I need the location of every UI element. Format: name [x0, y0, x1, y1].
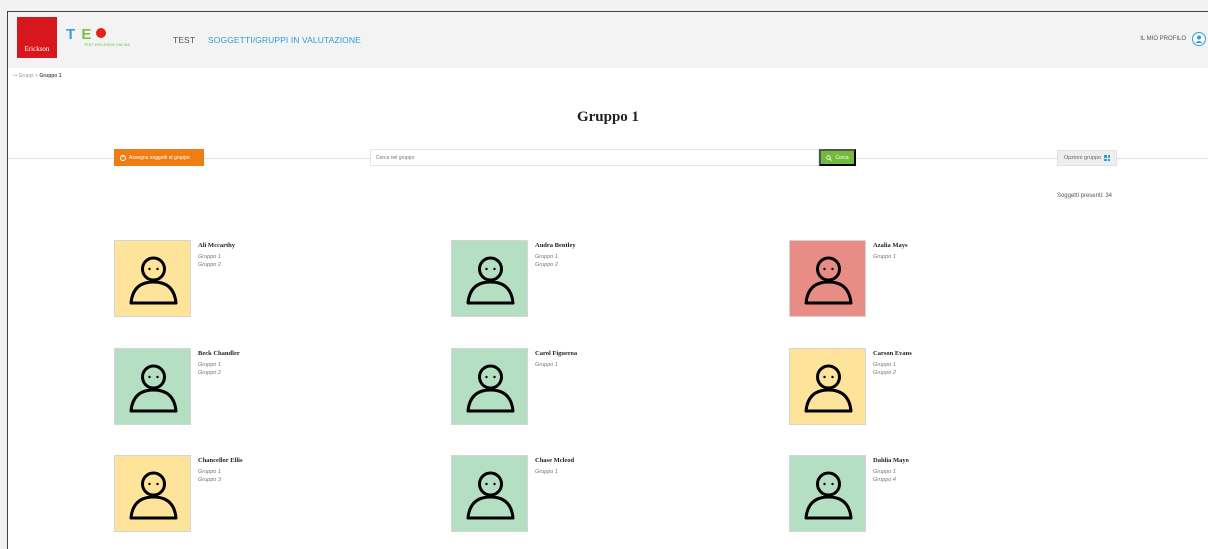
subject-card[interactable]: Audra Bentley Gruppo 1 Gruppo 2 — [451, 240, 751, 320]
person-icon — [804, 256, 853, 305]
page-title: Gruppo 1 — [576, 109, 640, 125]
subject-group: Gruppo 1 — [198, 469, 221, 475]
subject-name[interactable]: Chase Mcleod — [535, 457, 574, 464]
teo-logo[interactable]: T E TEST ERICKSON ONLINE — [66, 26, 146, 50]
subject-group: Gruppo 1 — [198, 362, 221, 368]
group-options-button[interactable]: Opzioni gruppo — [1057, 150, 1117, 166]
user-icon[interactable] — [1192, 32, 1206, 46]
plus-icon: + — [120, 154, 126, 161]
breadcrumb-separator: > — [35, 73, 38, 79]
group-options-label: Opzioni gruppo — [1063, 155, 1102, 161]
subject-card[interactable]: Ali Mccarthy Gruppo 1 Gruppo 2 — [114, 240, 414, 320]
divider — [1117, 158, 1208, 159]
profile-link[interactable]: IL MIO PROFILO — [1140, 36, 1186, 42]
person-icon — [129, 471, 178, 520]
person-icon — [129, 364, 178, 413]
divider — [204, 158, 370, 159]
subject-card[interactable]: Carson Evans Gruppo 1 Gruppo 2 — [789, 348, 1089, 428]
subject-avatar[interactable] — [789, 455, 866, 532]
subject-avatar[interactable] — [114, 348, 191, 425]
person-icon — [466, 256, 515, 305]
subject-avatar[interactable] — [451, 348, 528, 425]
divider — [856, 158, 1057, 159]
app-subtitle: TEST ERICKSON ONLINE — [84, 43, 131, 47]
top-header: Erickson T E TEST ERICKSON ONLINE TEST S… — [8, 12, 1208, 68]
subject-avatar[interactable] — [451, 455, 528, 532]
subject-group: Gruppo 2 — [198, 370, 221, 376]
subject-name[interactable]: Ali Mccarthy — [198, 242, 235, 249]
subject-name[interactable]: Chancellor Ellis — [198, 457, 242, 464]
subject-name[interactable]: Dahlia Mayo — [873, 457, 909, 464]
app-window: Erickson T E TEST ERICKSON ONLINE TEST S… — [7, 11, 1208, 549]
breadcrumb: ↪ Gruppi > Gruppo 1 — [13, 73, 62, 79]
nav-test[interactable]: TEST — [173, 35, 195, 45]
nav-soggetti-gruppi[interactable]: SOGGETTI/GRUPPI IN VALUTAZIONE — [208, 35, 361, 45]
person-icon — [804, 364, 853, 413]
assign-subjects-button[interactable]: + Assegna soggetti al gruppo — [114, 149, 204, 166]
search-button[interactable]: Cerca — [819, 149, 856, 166]
search-input[interactable] — [370, 149, 819, 166]
subject-card[interactable]: Chase Mcleod Gruppo 1 — [451, 455, 751, 535]
subject-group: Gruppo 1 — [535, 254, 558, 260]
subject-name[interactable]: Audra Bentley — [535, 242, 576, 249]
subject-name[interactable]: Carol Figueroa — [535, 350, 577, 357]
subject-avatar[interactable] — [114, 240, 191, 317]
erickson-logo[interactable]: Erickson — [17, 17, 57, 58]
subject-group: Gruppo 1 — [535, 362, 558, 368]
person-icon — [804, 471, 853, 520]
breadcrumb-current: Gruppo 1 — [39, 73, 62, 79]
subject-avatar[interactable] — [451, 240, 528, 317]
subject-avatar[interactable] — [114, 455, 191, 532]
subject-group: Gruppo 2 — [198, 262, 221, 268]
breadcrumb-gruppi[interactable]: Gruppi — [19, 73, 34, 79]
subjects-count: Soggetti presenti: 34 — [1056, 193, 1112, 199]
person-icon — [466, 364, 515, 413]
subject-card[interactable]: Beck Chandler Gruppo 1 Gruppo 2 — [114, 348, 414, 428]
subject-name[interactable]: Beck Chandler — [198, 350, 240, 357]
grid-icon — [1104, 155, 1111, 161]
assign-subjects-label: Assegna soggetti al gruppo — [129, 154, 190, 161]
subject-card[interactable]: Dahlia Mayo Gruppo 1 Gruppo 4 — [789, 455, 1089, 535]
subject-card[interactable]: Carol Figueroa Gruppo 1 — [451, 348, 751, 428]
subject-avatar[interactable] — [789, 240, 866, 317]
subject-group: Gruppo 1 — [873, 362, 896, 368]
subject-avatar[interactable] — [789, 348, 866, 425]
person-icon — [129, 256, 178, 305]
divider — [8, 158, 114, 159]
subject-group: Gruppo 3 — [198, 477, 221, 483]
subject-group: Gruppo 2 — [873, 370, 896, 376]
subject-name[interactable]: Carson Evans — [873, 350, 912, 357]
subject-group: Gruppo 1 — [535, 469, 558, 475]
subject-card[interactable]: Azalia Mays Gruppo 1 — [789, 240, 1089, 320]
subject-group: Gruppo 2 — [535, 262, 558, 268]
search-button-label: Cerca — [835, 154, 849, 161]
subject-name[interactable]: Azalia Mays — [873, 242, 907, 249]
person-icon — [466, 471, 515, 520]
subject-group: Gruppo 1 — [198, 254, 221, 260]
search-icon — [826, 154, 833, 161]
subject-group: Gruppo 1 — [873, 469, 896, 475]
subject-card[interactable]: Chancellor Ellis Gruppo 1 Gruppo 3 — [114, 455, 414, 535]
breadcrumb-back-icon[interactable]: ↪ — [13, 73, 17, 79]
subject-group: Gruppo 4 — [873, 477, 896, 483]
subject-group: Gruppo 1 — [873, 254, 896, 260]
